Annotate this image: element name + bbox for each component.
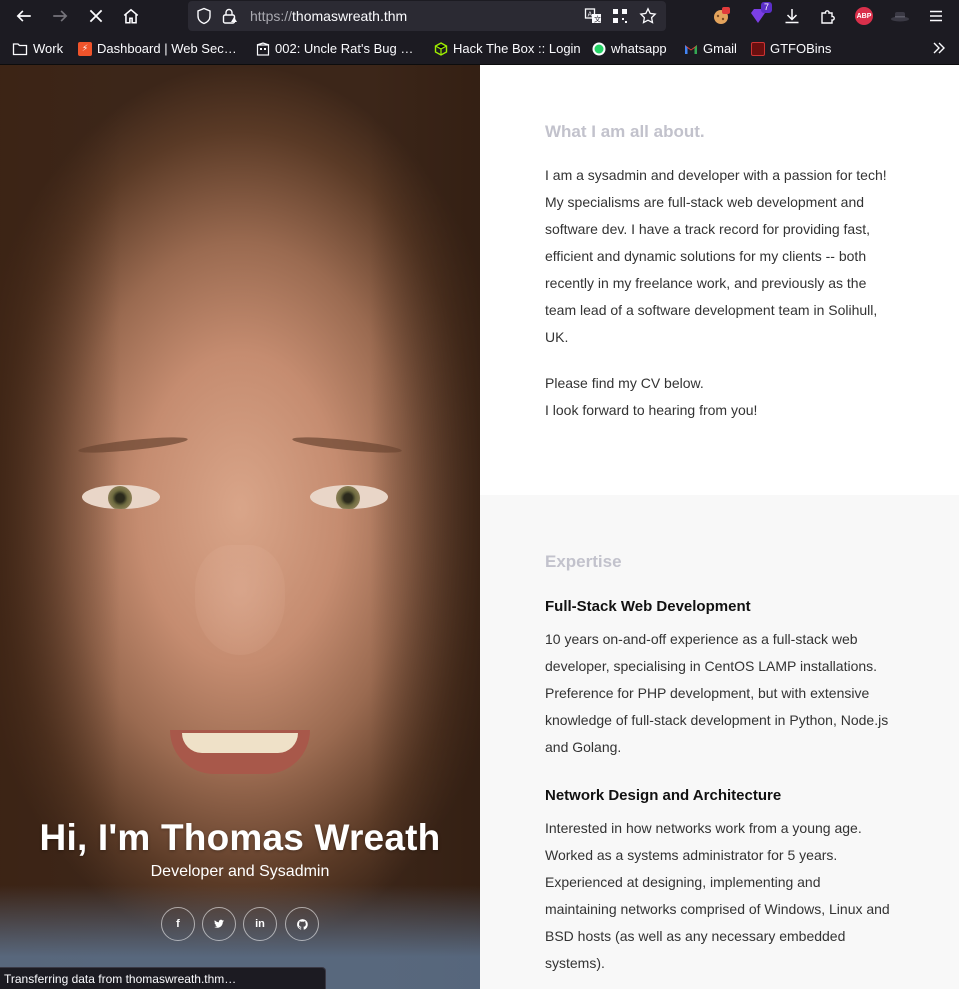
facebook-icon: f: [176, 918, 180, 930]
twitter-link[interactable]: [202, 907, 236, 941]
cookie-icon: [714, 7, 730, 24]
github-icon: [296, 918, 308, 930]
hero-title: Hi, I'm Thomas Wreath: [39, 817, 441, 858]
bookmark-label: 002: Uncle Rat's Bug …: [275, 41, 414, 56]
github-link[interactable]: [285, 907, 319, 941]
close-icon: [89, 9, 103, 23]
translate-icon[interactable]: A文: [584, 7, 602, 25]
stop-button[interactable]: [83, 4, 109, 28]
extension-purple[interactable]: 7: [746, 2, 772, 28]
abp-icon: ABP: [855, 7, 873, 25]
bookmark-whatsapp[interactable]: whatsapp: [592, 41, 667, 56]
url-bar[interactable]: https://thomaswreath.thm A文: [188, 1, 666, 31]
linkedin-icon: in: [255, 918, 265, 930]
about-title: What I am all about.: [545, 122, 705, 141]
linkedin-link[interactable]: in: [243, 907, 277, 941]
bookmark-uncle-rat[interactable]: 002: Uncle Rat's Bug …: [256, 41, 413, 56]
folder-icon: [12, 42, 28, 55]
bookmark-label: Gmail: [703, 41, 737, 56]
twitter-icon: [214, 919, 224, 928]
home-icon: [123, 8, 139, 24]
bookmark-portswigger[interactable]: ⚡ Dashboard | Web Sec…: [78, 41, 237, 56]
home-button[interactable]: [118, 4, 144, 28]
arrow-left-icon: [16, 10, 31, 22]
bookmarks-overflow-button[interactable]: [931, 40, 947, 56]
puzzle-icon: [821, 10, 835, 24]
url-protocol: https://: [250, 8, 293, 24]
download-icon: [785, 9, 799, 24]
hamburger-icon: [930, 10, 942, 22]
expertise-heading-network: Network Design and Architecture: [545, 787, 782, 804]
expertise-title: Expertise: [545, 552, 622, 571]
bookmark-label: Work: [33, 41, 64, 56]
hero-subtitle: Developer and Sysadmin: [150, 863, 330, 880]
url-text[interactable]: https://thomaswreath.thm: [250, 8, 407, 24]
status-bar: Transferring data from thomaswreath.thm…: [0, 967, 326, 989]
qr-code-icon[interactable]: [611, 7, 629, 25]
bookmarks-bar: Work ⚡ Dashboard | Web Sec… 002: Uncle R…: [0, 33, 959, 65]
about-section: What I am all about. I am a sysadmin and…: [480, 65, 959, 495]
expertise-text-web: 10 years on-and-off experience as a full…: [545, 631, 889, 755]
building-icon: [256, 41, 270, 56]
gtfobins-icon: [751, 41, 765, 56]
adblock-plus-button[interactable]: ABP: [852, 4, 876, 28]
extensions-button[interactable]: [816, 4, 840, 28]
back-button[interactable]: [11, 4, 37, 28]
expertise-section: Expertise Full-Stack Web Development 10 …: [480, 495, 959, 989]
expertise-text-network: Interested in how networks work from a y…: [545, 820, 890, 971]
cube-icon: [434, 41, 448, 56]
arrow-right-icon: [53, 10, 68, 22]
shield-icon[interactable]: [196, 7, 212, 25]
portswigger-icon: ⚡: [78, 41, 92, 56]
hat-icon: [891, 12, 909, 22]
svg-text:文: 文: [594, 15, 601, 24]
bookmark-hackthebox[interactable]: Hack The Box :: Login: [434, 41, 581, 56]
gmail-icon: [685, 44, 697, 54]
bookmark-label: whatsapp: [611, 41, 667, 56]
whatsapp-icon: [592, 42, 606, 55]
closing-line: I look forward to hearing from you!: [545, 402, 758, 418]
facebook-link[interactable]: f: [161, 907, 195, 941]
bookmark-label: Hack The Box :: Login: [453, 41, 581, 56]
extension-badge: 7: [760, 2, 772, 13]
page-content: Hi, I'm Thomas Wreath Developer and Sysa…: [0, 65, 959, 989]
bookmark-label: Dashboard | Web Sec…: [97, 41, 237, 56]
bookmark-gtfobins[interactable]: GTFOBins: [751, 41, 831, 56]
expertise-heading-web: Full-Stack Web Development: [545, 598, 751, 615]
star-icon[interactable]: [639, 7, 657, 25]
bookmark-gmail[interactable]: Gmail: [684, 41, 737, 56]
hero-section: Hi, I'm Thomas Wreath Developer and Sysa…: [0, 65, 480, 989]
svg-text:A: A: [588, 11, 593, 19]
about-paragraph: I am a sysadmin and developer with a pas…: [545, 167, 887, 345]
chevron-double-right-icon: [933, 42, 945, 54]
extension-hat[interactable]: [888, 4, 912, 28]
lock-icon[interactable]: [221, 7, 237, 25]
cv-line: Please find my CV below.: [545, 375, 704, 391]
bookmark-label: GTFOBins: [770, 41, 832, 56]
bookmark-work[interactable]: Work: [12, 41, 63, 56]
downloads-button[interactable]: [780, 4, 804, 28]
forward-button[interactable]: [47, 4, 73, 28]
browser-toolbar: https://thomaswreath.thm A文 7 ABP: [0, 0, 959, 33]
extension-cookie[interactable]: [709, 4, 733, 28]
url-host: thomaswreath.thm: [292, 8, 408, 24]
menu-button[interactable]: [924, 4, 948, 28]
